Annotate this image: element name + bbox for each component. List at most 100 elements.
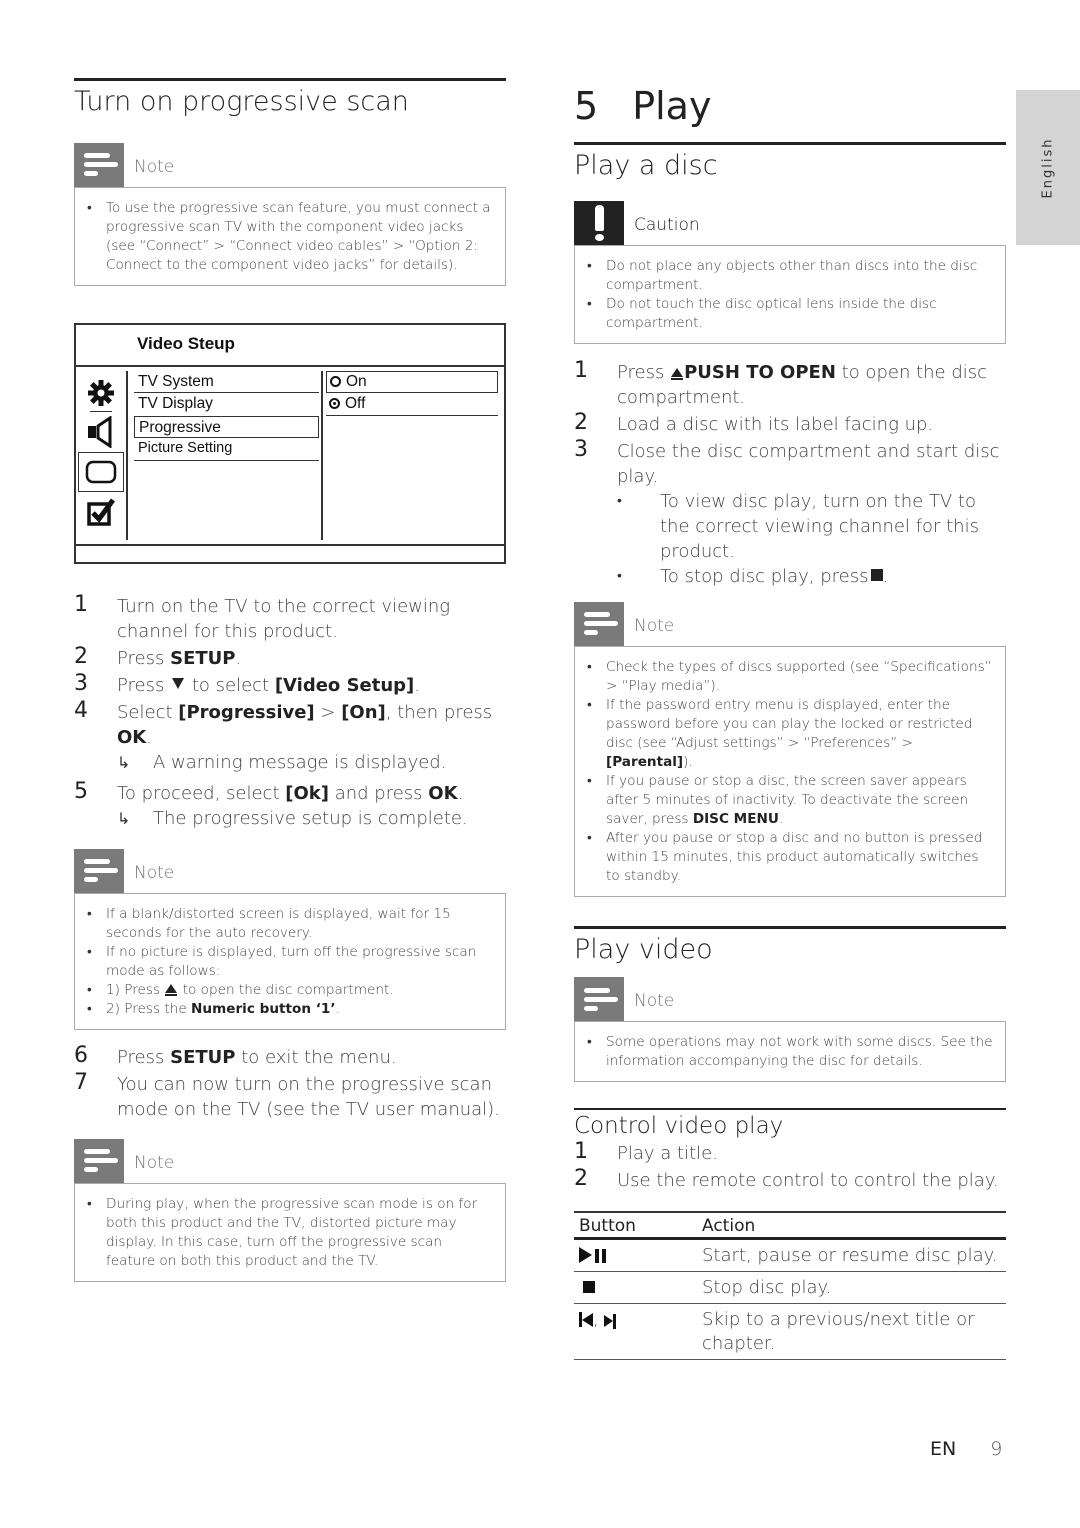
- previous-icon: [579, 1312, 593, 1328]
- result-arrow-icon: ↳: [117, 752, 131, 772]
- section-rule: [74, 78, 506, 81]
- chapter-number: 5: [574, 84, 599, 128]
- gear-icon: [78, 373, 124, 413]
- step: 2 Press SETUP.: [74, 643, 242, 669]
- step: 3 Press to select [Video Setup].: [74, 670, 421, 696]
- note-item: If no picture is displayed, turn off the…: [87, 943, 493, 981]
- sub-bullet: To view disc play, turn on the TV to the…: [617, 489, 1006, 564]
- note-icon: [74, 142, 124, 187]
- speaker-icon: [78, 412, 124, 452]
- menu-option-on: On: [326, 370, 498, 394]
- note-item: Some operations may not work with some d…: [587, 1033, 993, 1071]
- step: 4 Select [Progressive] > [On], then press…: [74, 697, 493, 773]
- table-cell-action: Skip to a previous/next title or chapter…: [697, 1303, 1006, 1361]
- menu-item-picture-setting: Picture Setting: [134, 438, 319, 461]
- note-box: Note If a blank/distorted screen is disp…: [74, 848, 506, 1030]
- menu-item-progressive: Progressive: [134, 415, 319, 439]
- step: 1 Play a title.: [574, 1139, 718, 1165]
- subsection-title-control-video-play: Control video play: [574, 1113, 784, 1140]
- note-label: Note: [134, 1152, 175, 1173]
- play-disc-steps: 1 Press PUSH TO OPEN to open the disc com…: [574, 357, 1006, 589]
- table-header-action: Action: [697, 1211, 1006, 1241]
- control-buttons-table: Button Action Start, pause or resume dis…: [574, 1211, 1006, 1361]
- note-icon: [74, 1138, 124, 1183]
- note-box: Note During play, when the progressive s…: [74, 1138, 506, 1282]
- table-cell-action: Stop disc play.: [697, 1271, 1006, 1305]
- eject-icon: [671, 367, 684, 380]
- caution-box: Caution Do not place any objects other t…: [574, 200, 1006, 344]
- note-item: After you pause or stop a disc and no bu…: [587, 829, 993, 886]
- caution-item: Do not touch the disc optical lens insid…: [587, 295, 993, 333]
- progressive-steps: 1 Turn on the TV to the correct viewing c…: [74, 591, 506, 831]
- eject-icon: [165, 983, 178, 996]
- section-rule: [574, 142, 1006, 145]
- note-icon: [74, 848, 124, 893]
- control-video-steps: 1 Play a title. 2 Use the remote control t…: [574, 1139, 1006, 1193]
- section-title-play-a-disc: Play a disc: [574, 150, 718, 181]
- play-icon: [579, 1247, 592, 1264]
- progressive-steps-continued: 6 Press SETUP to exit the menu. 7 You can …: [74, 1042, 506, 1122]
- language-tab: English: [1016, 90, 1080, 245]
- stop-icon: [870, 568, 883, 581]
- table-row: Start, pause or resume disc play.: [574, 1238, 1006, 1273]
- radio-unchecked-icon: [330, 376, 341, 388]
- note-item: If you pause or stop a disc, the screen …: [587, 772, 993, 829]
- step: 2 Load a disc with its label facing up.: [574, 409, 934, 435]
- note-icon: [574, 977, 624, 1022]
- note-box: Note Some operations may not work with s…: [574, 977, 1006, 1083]
- caution-label: Caution: [634, 214, 700, 235]
- note-label: Note: [634, 615, 675, 636]
- step: 7 You can now turn on the progressive sca…: [74, 1069, 500, 1120]
- caution-item: Do not place any objects other than disc…: [587, 257, 993, 295]
- note-box: Note Check the types of discs supported …: [574, 601, 1006, 897]
- step: 2 Use the remote control to control the p…: [574, 1166, 999, 1192]
- table-row: Stop disc play.: [574, 1271, 1006, 1305]
- note-item: To use the progressive scan feature, you…: [87, 199, 493, 275]
- radio-checked-icon: [329, 398, 340, 410]
- note-label: Note: [134, 156, 175, 177]
- menu-item-tv-system: TV System: [134, 371, 319, 394]
- note-item: During play, when the progressive scan m…: [87, 1195, 493, 1271]
- note-item: 2) Press the Numeric button ‘1’.: [87, 1000, 493, 1019]
- page-footer: EN 9: [930, 1438, 1002, 1460]
- footer-language: EN: [930, 1438, 957, 1460]
- page-number: 9: [990, 1438, 1003, 1460]
- note-box: Note To use the progressive scan feature…: [74, 142, 506, 286]
- sub-bullet: To stop disc play, press.: [617, 564, 1006, 589]
- language-tab-label: English: [1040, 137, 1056, 198]
- table-header-row: Button Action: [574, 1211, 1006, 1241]
- right-column: 5 Play Play a disc Caution Do not place …: [574, 78, 1006, 1361]
- note-item: 1) Press to open the disc compartment.: [87, 981, 493, 1000]
- subsection-rule: [574, 1108, 1006, 1111]
- menu-item-tv-display: TV Display: [138, 395, 213, 413]
- step: 6 Press SETUP to exit the menu.: [74, 1042, 397, 1068]
- step: 3 Close the disc compartment and start di…: [574, 437, 1006, 589]
- checkbox-icon: [78, 492, 124, 532]
- note-item: Check the types of discs supported (see …: [587, 658, 993, 696]
- table-header-button: Button: [574, 1211, 697, 1241]
- section-title-play-video: Play video: [574, 933, 713, 965]
- next-icon: [604, 1313, 617, 1329]
- note-label: Note: [134, 862, 175, 883]
- down-arrow-icon: [172, 677, 185, 689]
- section-rule: [574, 925, 1006, 929]
- menu-option-off: Off: [326, 393, 498, 416]
- screen-icon: [78, 451, 124, 492]
- menu-title: Video Steup: [76, 325, 504, 367]
- step: 1 Turn on the TV to the correct viewing c…: [74, 591, 451, 642]
- caution-icon: [574, 200, 624, 245]
- note-item: If the password entry menu is displayed,…: [587, 696, 993, 772]
- table-row: , Skip to a previous/next title or chapt…: [574, 1303, 1006, 1361]
- table-cell-action: Start, pause or resume disc play.: [697, 1238, 1006, 1273]
- left-column: Turn on progressive scan Note To use the…: [74, 78, 506, 1282]
- note-icon: [574, 601, 624, 646]
- step: 1 Press PUSH TO OPEN to open the disc com…: [574, 357, 988, 408]
- note-label: Note: [634, 991, 675, 1012]
- section-title-progressive-scan: Turn on progressive scan: [74, 86, 409, 117]
- chapter-title: Play: [632, 84, 712, 128]
- result-arrow-icon: ↳: [117, 808, 131, 828]
- video-setup-menu-illustration: Video Steup TV System TV Display Progres…: [74, 322, 506, 564]
- step: 5 To proceed, select [Ok] and press OK. ↳…: [74, 778, 468, 829]
- note-item: If a blank/distorted screen is displayed…: [87, 905, 493, 943]
- stop-icon: [583, 1281, 595, 1294]
